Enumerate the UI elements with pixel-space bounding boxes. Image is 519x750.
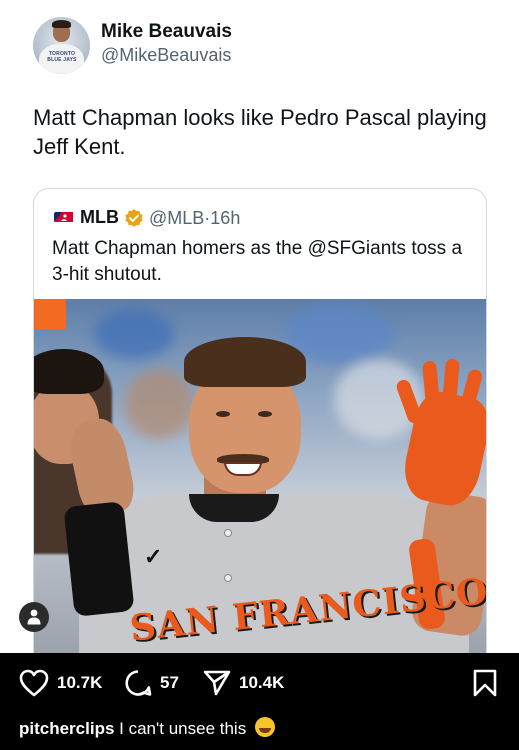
- quoted-time: 16h: [210, 208, 241, 228]
- comment-icon: [125, 670, 152, 696]
- mlb-logo-icon: [54, 212, 73, 222]
- share-button[interactable]: 10.4K: [203, 669, 284, 697]
- save-button[interactable]: [472, 669, 498, 697]
- quoted-text: Matt Chapman homers as the @SFGiants tos…: [52, 238, 463, 285]
- author-handle[interactable]: @MikeBeauvais: [101, 45, 231, 66]
- share-count: 10.4K: [239, 673, 285, 692]
- nike-swoosh-icon: ✓: [144, 544, 163, 569]
- player-eye: [216, 411, 230, 417]
- person-icon: [27, 609, 41, 625]
- orange-tag: [34, 299, 66, 329]
- action-bar: 10.7K 57 10.4K pitcherclips I can't unse…: [0, 653, 519, 750]
- rofl-emoji-icon: [254, 717, 275, 737]
- quoted-meta: @MLB·16h: [149, 208, 240, 229]
- jersey-collar: [189, 494, 279, 522]
- quoted-handle[interactable]: @MLB: [149, 208, 204, 228]
- send-icon: [203, 670, 231, 696]
- user-tag-button[interactable]: [19, 602, 49, 632]
- author-avatar[interactable]: TORONTO BLUE JAYS: [33, 17, 90, 74]
- like-button[interactable]: 10.7K: [19, 669, 102, 697]
- player-eye: [258, 411, 272, 417]
- quoted-author-name[interactable]: MLB: [80, 207, 119, 228]
- bookmark-icon: [473, 669, 497, 697]
- tweet-card: TORONTO BLUE JAYS Mike Beauvais @MikeBea…: [0, 0, 519, 653]
- tweet-text: Matt Chapman looks like Pedro Pascal pla…: [33, 105, 487, 159]
- bokeh: [94, 309, 174, 359]
- jersey-button: [224, 529, 232, 537]
- comment-button[interactable]: 57: [124, 669, 179, 697]
- like-count: 10.7K: [57, 673, 103, 692]
- player-photo[interactable]: ✓ SAN FRANCISCO: [34, 299, 486, 653]
- player-hair: [184, 337, 306, 387]
- caption-username[interactable]: pitcherclips: [19, 719, 114, 738]
- heart-icon: [19, 669, 49, 697]
- jersey-button: [224, 574, 232, 582]
- avatar-shirt-text: TORONTO BLUE JAYS: [47, 51, 77, 63]
- comment-count: 57: [160, 673, 179, 692]
- verified-badge-icon: [125, 209, 143, 227]
- author-name[interactable]: Mike Beauvais: [101, 21, 232, 43]
- teammate-hair: [34, 349, 104, 394]
- wrist-sleeve: [63, 501, 135, 617]
- glove-finger: [422, 360, 440, 407]
- quoted-tweet[interactable]: MLB @MLB·16h Matt Chapman homers as the …: [33, 188, 487, 653]
- bokeh: [124, 369, 194, 439]
- avatar-hair: [52, 20, 71, 28]
- caption: pitcherclips I can't unsee this: [19, 717, 275, 739]
- caption-text: I can't unsee this: [119, 719, 247, 738]
